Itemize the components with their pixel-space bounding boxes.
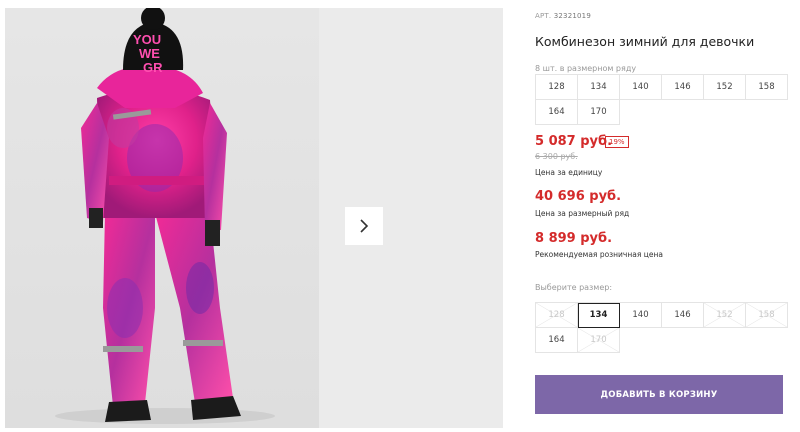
- size-row-cell: 170: [578, 100, 620, 125]
- size-option-unavailable: 158: [746, 303, 788, 328]
- svg-text:GR: GR: [143, 60, 163, 75]
- size-option[interactable]: 140: [620, 303, 662, 328]
- size-row-cell: 152: [704, 75, 746, 100]
- svg-text:YOU: YOU: [133, 32, 161, 47]
- size-selector: 128 134 140 146 152 158 164 170: [535, 302, 788, 353]
- size-row-note: 8 шт. в размерном ряду: [535, 64, 637, 73]
- add-to-cart-button[interactable]: ДОБАВИТЬ В КОРЗИНУ: [535, 375, 783, 414]
- size-row-cell: 134: [578, 75, 620, 100]
- unit-price: 5 087 руб.: [535, 134, 613, 149]
- unit-price-caption: Цена за единицу: [535, 168, 603, 177]
- sku: АРТ. 32321019: [535, 12, 591, 20]
- size-option-selected[interactable]: 134: [578, 303, 620, 328]
- size-option[interactable]: 146: [662, 303, 704, 328]
- old-price: 6 300 руб.: [535, 152, 578, 161]
- size-row-cell: 158: [746, 75, 788, 100]
- size-row-grid: 128 134 140 146 152 158 164 170: [535, 74, 788, 125]
- row-price-caption: Цена за размерный ряд: [535, 209, 630, 218]
- gallery-next-button[interactable]: [345, 207, 383, 245]
- size-row-cell: 140: [620, 75, 662, 100]
- size-option-unavailable: 170: [578, 328, 620, 353]
- product-page: YOU WE GR АРТ. 32321019 Комбинезон зимни…: [0, 0, 800, 432]
- retail-price: 8 899 руб.: [535, 231, 613, 246]
- row-price: 40 696 руб.: [535, 189, 622, 204]
- product-photo-illustration: YOU WE GR: [55, 8, 275, 424]
- size-option-unavailable: 128: [536, 303, 578, 328]
- product-title: Комбинезон зимний для девочки: [535, 34, 755, 49]
- size-option[interactable]: 164: [536, 328, 578, 353]
- sku-label: АРТ.: [535, 12, 552, 20]
- size-row-cell: 164: [536, 100, 578, 125]
- size-option-unavailable: 152: [704, 303, 746, 328]
- retail-price-caption: Рекомендуемая розничная цена: [535, 250, 663, 259]
- discount-badge: 19%: [605, 136, 629, 148]
- sku-value: 32321019: [553, 12, 591, 20]
- product-gallery: YOU WE GR: [5, 8, 503, 428]
- size-row-cell: 146: [662, 75, 704, 100]
- choose-size-label: Выберите размер:: [535, 283, 613, 292]
- product-photo: YOU WE GR: [5, 8, 319, 428]
- chevron-right-icon: [360, 219, 369, 233]
- svg-text:WE: WE: [139, 46, 160, 61]
- size-row-cell: 128: [536, 75, 578, 100]
